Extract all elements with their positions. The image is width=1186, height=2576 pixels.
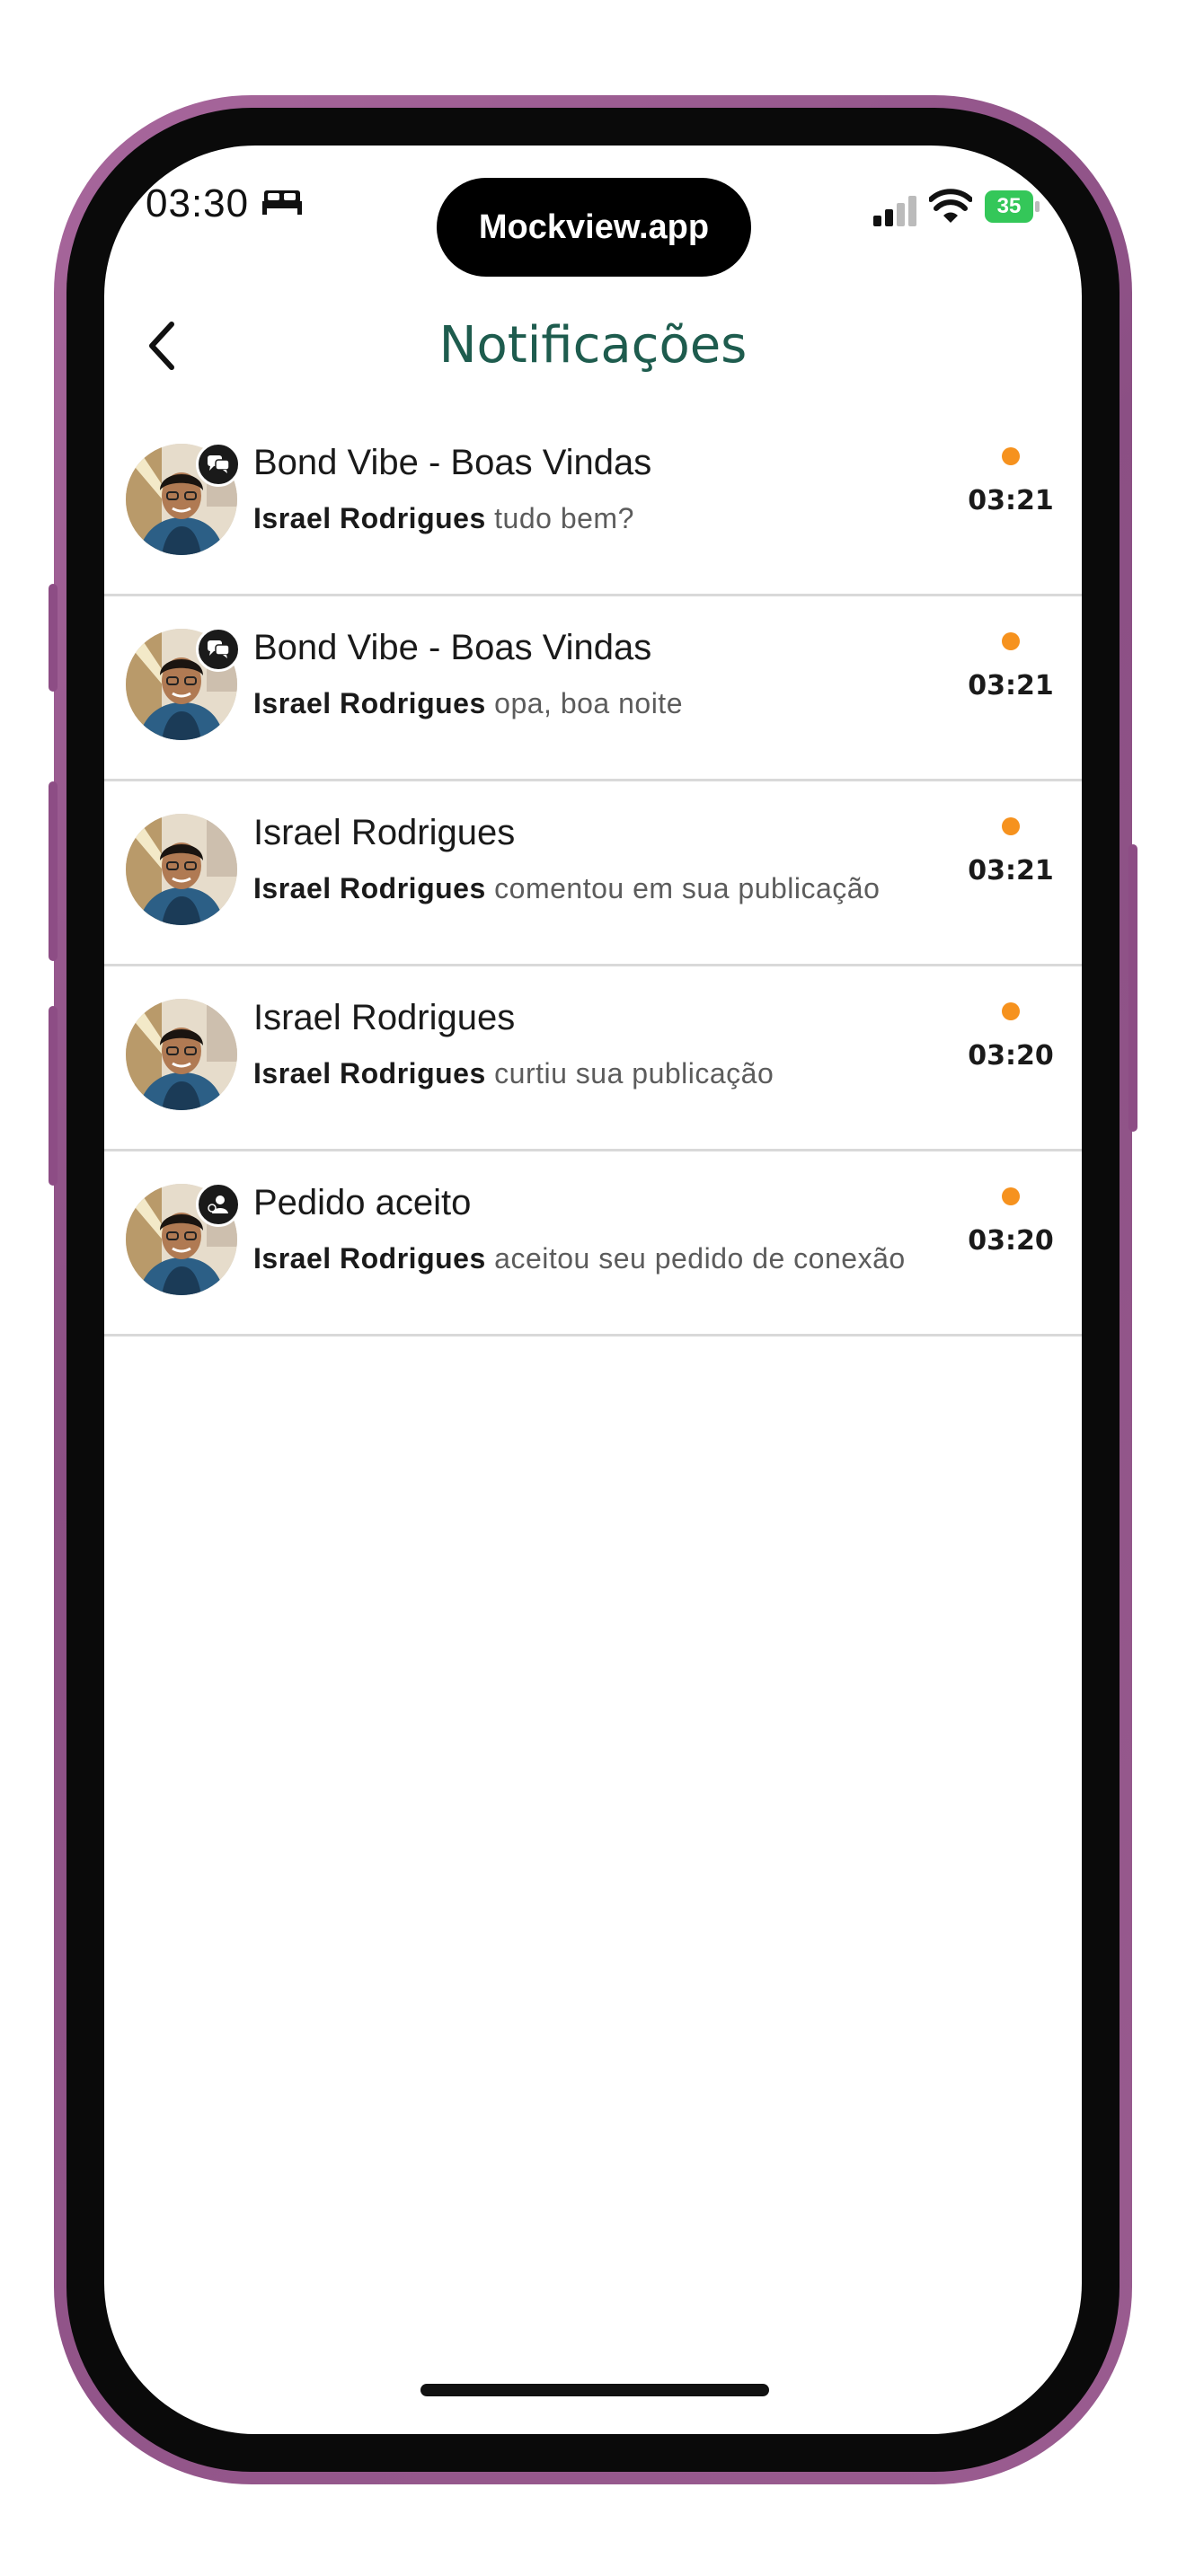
home-indicator[interactable] <box>420 2384 769 2396</box>
badge <box>196 442 241 487</box>
page-title: Notificações <box>438 316 748 375</box>
notification-message: aceitou seu pedido de conexão <box>494 1242 906 1275</box>
row-text: Bond Vibe - Boas Vindas Israel Rodrigues… <box>253 623 936 724</box>
row-meta: 03:20 <box>961 1187 1060 1257</box>
notification-message: curtiu sua publicação <box>494 1057 774 1090</box>
row-meta: 03:21 <box>961 632 1060 701</box>
dynamic-island: Mockview.app <box>437 178 751 277</box>
notification-body: Israel Rodrigues opa, boa noite <box>253 683 936 724</box>
unread-dot <box>1002 632 1020 650</box>
chat-icon <box>208 640 230 658</box>
notification-actor: Israel Rodrigues <box>253 687 486 719</box>
screen: 03:30 Mockview.app 35 Notificações Bond … <box>104 146 1082 2434</box>
notification-time: 03:20 <box>968 1225 1054 1257</box>
notification-body: Israel Rodrigues aceitou seu pedido de c… <box>253 1238 936 1279</box>
bed-icon <box>262 190 302 215</box>
user-check-icon <box>208 1195 228 1213</box>
notification-body: Israel Rodrigues curtiu sua publicação <box>253 1053 936 1094</box>
unread-dot <box>1002 817 1020 835</box>
unread-dot <box>1002 1187 1020 1205</box>
notification-actor: Israel Rodrigues <box>253 1057 486 1090</box>
notification-row-3[interactable]: Israel Rodrigues Israel Rodrigues coment… <box>104 781 1082 966</box>
notification-row-2[interactable]: Bond Vibe - Boas Vindas Israel Rodrigues… <box>104 596 1082 781</box>
power-button <box>1128 844 1137 1132</box>
notification-time: 03:21 <box>968 485 1054 516</box>
avatar <box>126 814 237 925</box>
notification-body: Israel Rodrigues tudo bem? <box>253 498 936 539</box>
notification-row-5[interactable]: Pedido aceito Israel Rodrigues aceitou s… <box>104 1151 1082 1337</box>
avatar-wrap <box>126 1182 241 1301</box>
notification-actor: Israel Rodrigues <box>253 872 486 904</box>
notification-message: opa, boa noite <box>494 687 683 719</box>
notification-title: Israel Rodrigues <box>253 998 516 1037</box>
row-text: Bond Vibe - Boas Vindas Israel Rodrigues… <box>253 438 936 539</box>
notification-title: Pedido aceito <box>253 1183 472 1222</box>
header: Notificações <box>104 289 1082 397</box>
battery-level: 35 <box>985 190 1033 223</box>
cellular-signal-icon <box>873 196 916 226</box>
notification-title: Bond Vibe - Boas Vindas <box>253 628 652 667</box>
avatar-wrap <box>126 627 241 745</box>
chat-icon <box>208 455 230 473</box>
status-bar: 03:30 Mockview.app 35 <box>104 146 1082 277</box>
notification-title: Bond Vibe - Boas Vindas <box>253 443 652 482</box>
avatar <box>126 999 237 1110</box>
row-text: Israel Rodrigues Israel Rodrigues curtiu… <box>253 993 936 1094</box>
row-meta: 03:21 <box>961 447 1060 516</box>
notification-body: Israel Rodrigues comentou em sua publica… <box>253 868 936 909</box>
badge <box>196 1182 241 1227</box>
notification-list: Bond Vibe - Boas Vindas Israel Rodrigues… <box>104 411 1082 1337</box>
notification-time: 03:21 <box>968 855 1054 887</box>
notification-title: Israel Rodrigues <box>253 813 516 852</box>
badge <box>196 627 241 672</box>
status-time: 03:30 <box>146 181 250 225</box>
avatar-wrap <box>126 814 237 931</box>
row-text: Israel Rodrigues Israel Rodrigues coment… <box>253 808 936 909</box>
notification-time: 03:20 <box>968 1040 1054 1072</box>
avatar-wrap <box>126 999 237 1116</box>
notification-row-4[interactable]: Israel Rodrigues Israel Rodrigues curtiu… <box>104 966 1082 1151</box>
notification-actor: Israel Rodrigues <box>253 502 486 534</box>
unread-dot <box>1002 1002 1020 1020</box>
silent-switch <box>49 584 58 692</box>
avatar-wrap <box>126 442 241 560</box>
notification-row-1[interactable]: Bond Vibe - Boas Vindas Israel Rodrigues… <box>104 411 1082 596</box>
notification-time: 03:21 <box>968 670 1054 701</box>
volume-up-button <box>49 781 58 961</box>
row-meta: 03:21 <box>961 817 1060 887</box>
unread-dot <box>1002 447 1020 465</box>
island-label: Mockview.app <box>478 207 710 246</box>
battery-icon: 35 <box>985 190 1042 223</box>
row-text: Pedido aceito Israel Rodrigues aceitou s… <box>253 1178 936 1279</box>
notification-actor: Israel Rodrigues <box>253 1242 486 1275</box>
volume-down-button <box>49 1006 58 1186</box>
wifi-icon <box>929 189 972 223</box>
row-meta: 03:20 <box>961 1002 1060 1072</box>
notification-message: tudo bem? <box>494 502 634 534</box>
notification-message: comentou em sua publicação <box>494 872 881 904</box>
battery-tip <box>1035 201 1040 212</box>
